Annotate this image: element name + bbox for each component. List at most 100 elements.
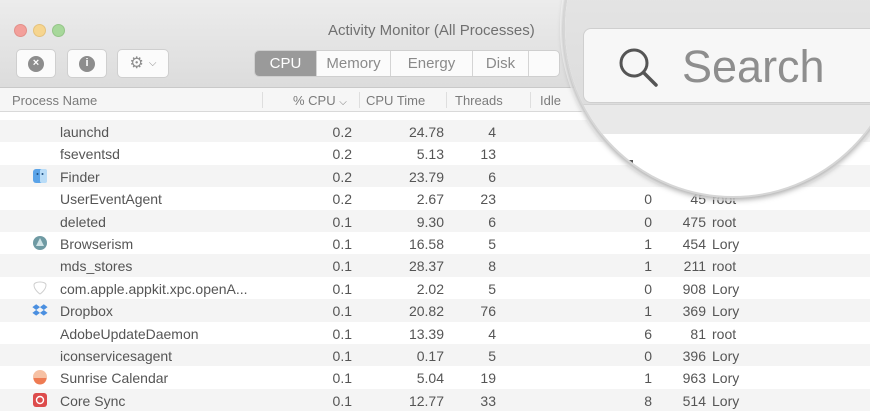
threads-value: 5 [488, 235, 496, 252]
table-row[interactable]: Browserism 0.1 16.58 5 1 454 Lory [0, 232, 870, 254]
user-value: Lory [712, 235, 740, 252]
browserism-icon [32, 235, 48, 251]
threads-value: 33 [480, 392, 496, 409]
cpu-value: 0.1 [332, 347, 352, 364]
cpu-value: 0.1 [332, 325, 352, 342]
minimize-window-button[interactable] [33, 24, 46, 37]
stop-process-button[interactable]: × [16, 49, 56, 78]
core-sync-icon [32, 392, 48, 408]
cpu-time-value: 23.79 [408, 168, 444, 185]
process-name: deleted [60, 213, 106, 230]
cpu-value: 0.1 [332, 392, 352, 409]
tab-cpu[interactable]: CPU [255, 51, 317, 76]
window-title: Activity Monitor (All Processes) [328, 22, 535, 39]
column-threads[interactable]: Threads [455, 93, 503, 108]
tab-network[interactable] [529, 51, 559, 76]
threads-value: 6 [488, 168, 496, 185]
idle-wake-ups-value: 0 [644, 347, 652, 364]
threads-value: 13 [480, 146, 496, 163]
table-row[interactable]: Core Sync 0.1 12.77 33 8 514 Lory [0, 388, 870, 412]
cpu-time-value: 16.58 [408, 235, 444, 252]
table-row[interactable]: AdobeUpdateDaemon 0.1 13.39 4 6 81 root [0, 322, 870, 344]
action-menu-button[interactable]: ⚙ ⌵ [117, 49, 169, 78]
tab-disk[interactable]: Disk [473, 51, 529, 76]
table-row[interactable]: com.apple.appkit.xpc.openA... 0.1 2.02 5 0 90… [0, 277, 870, 299]
pid-value: 369 [682, 303, 706, 320]
column-cpu[interactable]: % CPU ⌵ [293, 93, 347, 108]
cpu-time-value: 20.82 [408, 303, 444, 320]
zoom-window-button[interactable] [52, 24, 65, 37]
sunrise-calendar-icon [32, 369, 48, 385]
threads-value: 19 [480, 370, 496, 387]
cpu-value: 0.1 [332, 370, 352, 387]
process-name: iconservicesagent [60, 347, 173, 364]
column-divider [262, 92, 263, 108]
cpu-value: 0.1 [332, 303, 352, 320]
threads-value: 76 [480, 303, 496, 320]
process-name: Core Sync [60, 392, 126, 409]
table-row[interactable]: deleted 0.1 9.30 6 0 475 root [0, 209, 870, 232]
table-row[interactable]: Sunrise Calendar 0.1 5.04 19 1 963 Lory [0, 366, 870, 388]
cpu-value: 0.2 [332, 168, 352, 185]
cpu-time-value: 0.17 [416, 347, 444, 364]
user-value: root [712, 325, 737, 342]
info-icon: i [79, 55, 95, 72]
cpu-time-value: 5.13 [416, 146, 444, 163]
column-divider [359, 92, 360, 108]
process-name: launchd [60, 124, 110, 140]
idle-wake-ups-value: 1 [644, 258, 652, 275]
column-process-name[interactable]: Process Name [12, 93, 97, 108]
pid-value: 514 [682, 392, 706, 409]
idle-wake-ups-value: 0 [644, 213, 652, 230]
cpu-value: 0.2 [332, 124, 352, 140]
idle-wake-ups-value: 1 [644, 303, 652, 320]
idle-wake-ups-value: 0 [644, 280, 652, 297]
cpu-value: 0.1 [332, 280, 352, 297]
tab-bar: CPU Memory Energy Disk [254, 50, 560, 77]
tab-memory[interactable]: Memory [317, 51, 391, 76]
magnified-text-fragment [625, 160, 633, 163]
finder-icon [32, 168, 48, 184]
user-value: Lory [712, 392, 740, 409]
idle-wake-ups-value: 6 [644, 325, 652, 342]
pid-value: 396 [682, 347, 706, 364]
cpu-time-value: 5.04 [416, 370, 444, 387]
cpu-time-value: 28.37 [408, 258, 444, 275]
cpu-value: 0.2 [332, 191, 352, 208]
table-row[interactable]: iconservicesagent 0.1 0.17 5 0 396 Lory [0, 343, 870, 367]
x-circle-icon: × [28, 55, 44, 72]
shield-outline-icon [32, 280, 48, 296]
threads-value: 5 [488, 280, 496, 297]
search-placeholder: Search [682, 41, 825, 92]
threads-value: 4 [488, 124, 496, 140]
cpu-time-value: 12.77 [408, 392, 444, 409]
process-name: com.apple.appkit.xpc.openA... [60, 280, 248, 297]
cpu-value: 0.1 [332, 258, 352, 275]
column-cpu-time[interactable]: CPU Time [366, 93, 425, 108]
process-name: Finder [60, 168, 100, 185]
pid-value: 963 [682, 370, 706, 387]
search-field[interactable]: Search [583, 28, 870, 103]
table-row[interactable]: Dropbox 0.1 20.82 76 1 369 Lory [0, 299, 870, 322]
idle-wake-ups-value: 0 [644, 191, 652, 208]
idle-wake-ups-value: 1 [644, 235, 652, 252]
cpu-time-value: 24.78 [408, 124, 444, 140]
pid-value: 908 [682, 280, 706, 297]
close-window-button[interactable] [14, 24, 27, 37]
sort-chevron-icon: ⌵ [339, 97, 347, 108]
inspect-process-button[interactable]: i [67, 49, 107, 78]
cpu-time-value: 9.30 [416, 213, 444, 230]
user-value: Lory [712, 370, 740, 387]
dropbox-icon [32, 302, 48, 318]
process-name: Browserism [60, 235, 134, 252]
table-row[interactable]: mds_stores 0.1 28.37 8 1 211 root [0, 254, 870, 277]
magnified-column-header [565, 104, 870, 134]
tab-energy[interactable]: Energy [391, 51, 473, 76]
pid-value: 211 [683, 258, 706, 275]
pid-value: 81 [690, 325, 706, 342]
cpu-time-value: 13.39 [408, 325, 444, 342]
search-icon [619, 48, 658, 87]
idle-wake-ups-value: 1 [644, 370, 652, 387]
process-name: Sunrise Calendar [60, 370, 169, 387]
column-idle-wake-ups[interactable]: Idle [540, 93, 561, 108]
